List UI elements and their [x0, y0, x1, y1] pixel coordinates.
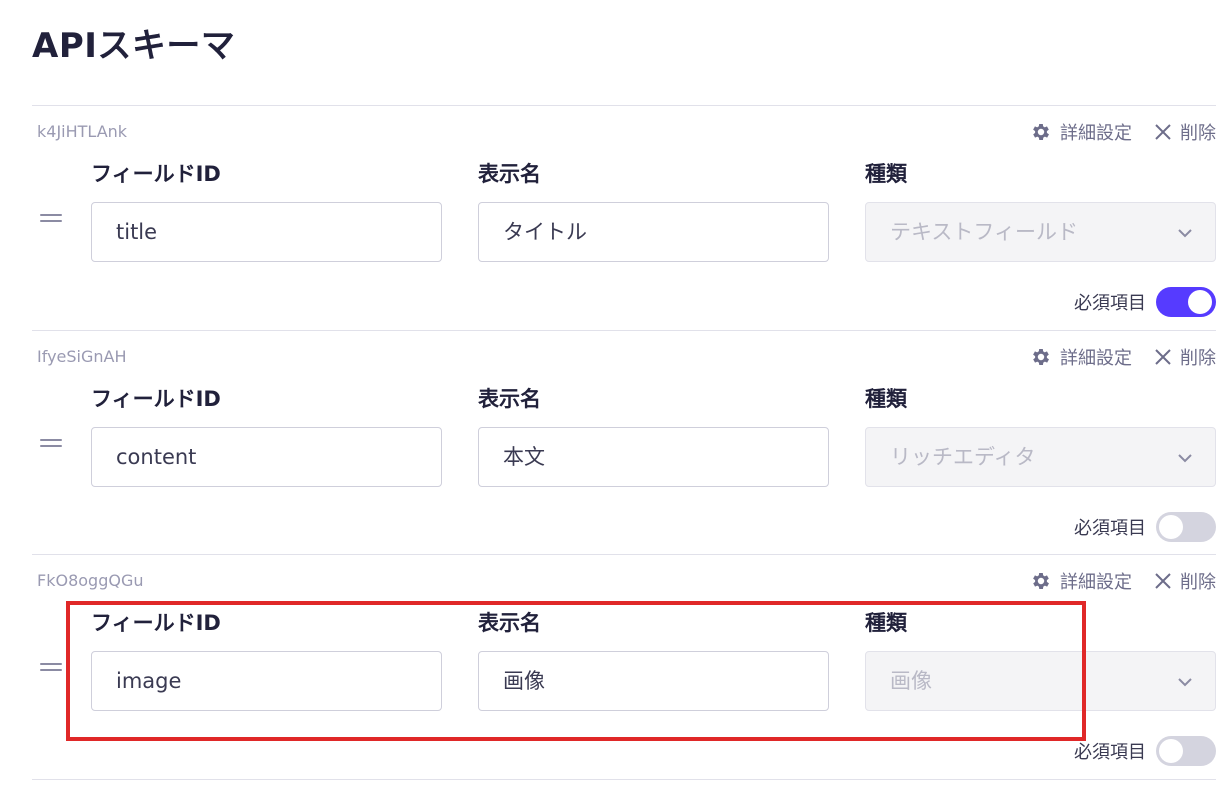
kind-select-value: テキストフィールド	[890, 220, 1078, 244]
drag-handle-icon[interactable]	[40, 663, 62, 675]
required-row: 必須項目	[1074, 512, 1216, 542]
field-actions: 詳細設定 削除	[1030, 568, 1216, 594]
close-icon	[1155, 573, 1171, 589]
delete-label: 削除	[1180, 348, 1216, 369]
delete-label: 削除	[1180, 572, 1216, 593]
settings-button[interactable]: 詳細設定	[1030, 568, 1132, 594]
close-icon	[1155, 349, 1171, 365]
gear-icon	[1033, 349, 1049, 365]
required-label: 必須項目	[1074, 518, 1146, 539]
gear-icon	[1033, 124, 1049, 140]
display-name-label: 表示名	[478, 611, 541, 635]
field-id-label: フィールドID	[91, 387, 221, 411]
kind-select: 画像	[865, 651, 1216, 711]
kind-label: 種類	[865, 387, 907, 411]
page-title: APIスキーマ	[32, 26, 236, 66]
field-id-input[interactable]: content	[91, 427, 442, 487]
chevron-down-icon	[1178, 454, 1192, 463]
kind-select: テキストフィールド	[865, 202, 1216, 262]
display-name-label: 表示名	[478, 162, 541, 186]
field-id-input[interactable]: image	[91, 651, 442, 711]
settings-label: 詳細設定	[1060, 572, 1132, 593]
field-id-label: フィールドID	[91, 162, 221, 186]
kind-label: 種類	[865, 162, 907, 186]
chevron-down-icon	[1178, 678, 1192, 687]
display-name-input[interactable]: タイトル	[478, 202, 829, 262]
kind-label: 種類	[865, 611, 907, 635]
schema-field-row: k4JiHTLAnk 詳細設定 削除 フィールドID 表示名 種類 title …	[32, 105, 1216, 330]
required-label: 必須項目	[1074, 742, 1146, 763]
kind-select-value: リッチエディタ	[890, 445, 1036, 469]
field-actions: 詳細設定 削除	[1030, 119, 1216, 145]
required-toggle[interactable]	[1156, 736, 1216, 766]
delete-button[interactable]: 削除	[1154, 568, 1216, 594]
drag-handle-icon[interactable]	[40, 214, 62, 226]
settings-button[interactable]: 詳細設定	[1030, 119, 1132, 145]
required-label: 必須項目	[1074, 293, 1146, 314]
close-icon	[1155, 124, 1171, 140]
kind-select: リッチエディタ	[865, 427, 1216, 487]
required-toggle[interactable]	[1156, 512, 1216, 542]
settings-label: 詳細設定	[1060, 348, 1132, 369]
settings-label: 詳細設定	[1060, 123, 1132, 144]
gear-icon	[1033, 573, 1049, 589]
delete-button[interactable]: 削除	[1154, 344, 1216, 370]
display-name-input[interactable]: 本文	[478, 427, 829, 487]
schema-field-row: FkO8oggQGu 詳細設定 削除 フィールドID 表示名 種類 image …	[32, 554, 1216, 780]
delete-button[interactable]: 削除	[1154, 119, 1216, 145]
field-key: FkO8oggQGu	[37, 571, 144, 590]
field-actions: 詳細設定 削除	[1030, 344, 1216, 370]
field-key: k4JiHTLAnk	[37, 122, 128, 141]
settings-button[interactable]: 詳細設定	[1030, 344, 1132, 370]
field-key: IfyeSiGnAH	[37, 347, 127, 366]
chevron-down-icon	[1178, 229, 1192, 238]
display-name-label: 表示名	[478, 387, 541, 411]
display-name-input[interactable]: 画像	[478, 651, 829, 711]
field-id-label: フィールドID	[91, 611, 221, 635]
required-row: 必須項目	[1074, 287, 1216, 317]
kind-select-value: 画像	[890, 669, 932, 693]
required-toggle[interactable]	[1156, 287, 1216, 317]
delete-label: 削除	[1180, 123, 1216, 144]
schema-field-row: IfyeSiGnAH 詳細設定 削除 フィールドID 表示名 種類 conten…	[32, 330, 1216, 555]
required-row: 必須項目	[1074, 736, 1216, 766]
field-id-input[interactable]: title	[91, 202, 442, 262]
drag-handle-icon[interactable]	[40, 439, 62, 451]
